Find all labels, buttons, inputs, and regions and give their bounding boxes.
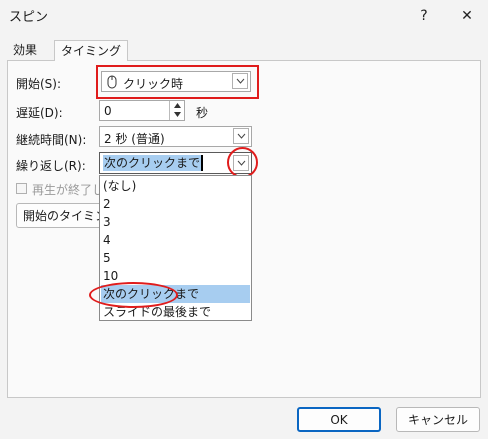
delay-spin-down[interactable] (169, 110, 184, 120)
repeat-value: 次のクリックまで (103, 155, 204, 171)
start-highlight (96, 65, 259, 99)
rewind-label: 再生が終了し (32, 183, 105, 197)
help-icon: ? (420, 8, 428, 24)
chevron-down-icon (237, 133, 245, 139)
tab-timing[interactable]: タイミング (54, 40, 129, 61)
triangle-up-icon (174, 103, 181, 108)
delay-label: 遅延(D): (16, 106, 63, 120)
repeat-option-none[interactable]: (なし) (101, 177, 250, 195)
rewind-checkbox[interactable] (16, 183, 27, 194)
repeat-option-3[interactable]: 3 (101, 213, 250, 231)
repeat-option-5[interactable]: 5 (101, 249, 250, 267)
arrow-highlight (227, 147, 258, 178)
duration-dropdown[interactable]: 2 秒 (普通) (99, 126, 252, 147)
option-highlight (89, 282, 178, 308)
duration-dropdown-button[interactable] (233, 128, 249, 144)
ok-button[interactable]: OK (297, 407, 381, 432)
delay-input[interactable]: 0 (99, 100, 185, 121)
close-button[interactable]: ✕ (452, 3, 482, 29)
repeat-option-4[interactable]: 4 (101, 231, 250, 249)
duration-label: 継続時間(N): (16, 133, 87, 147)
triangle-down-icon (174, 112, 181, 117)
cancel-button[interactable]: キャンセル (396, 407, 480, 432)
ok-label: OK (330, 412, 348, 427)
cancel-label: キャンセル (407, 413, 468, 427)
start-label: 開始(S): (16, 77, 62, 91)
duration-value: 2 秒 (普通) (104, 132, 165, 146)
dialog-title: スピン (9, 10, 49, 25)
delay-unit: 秒 (196, 106, 209, 120)
help-button[interactable]: ? (409, 3, 439, 29)
repeat-option-2[interactable]: 2 (101, 195, 250, 213)
delay-spin-up[interactable] (169, 101, 184, 110)
delay-value: 0 (104, 104, 112, 118)
tab-effect[interactable]: 効果 (7, 40, 43, 61)
repeat-label: 繰り返し(R): (16, 159, 86, 173)
close-icon: ✕ (461, 8, 473, 24)
